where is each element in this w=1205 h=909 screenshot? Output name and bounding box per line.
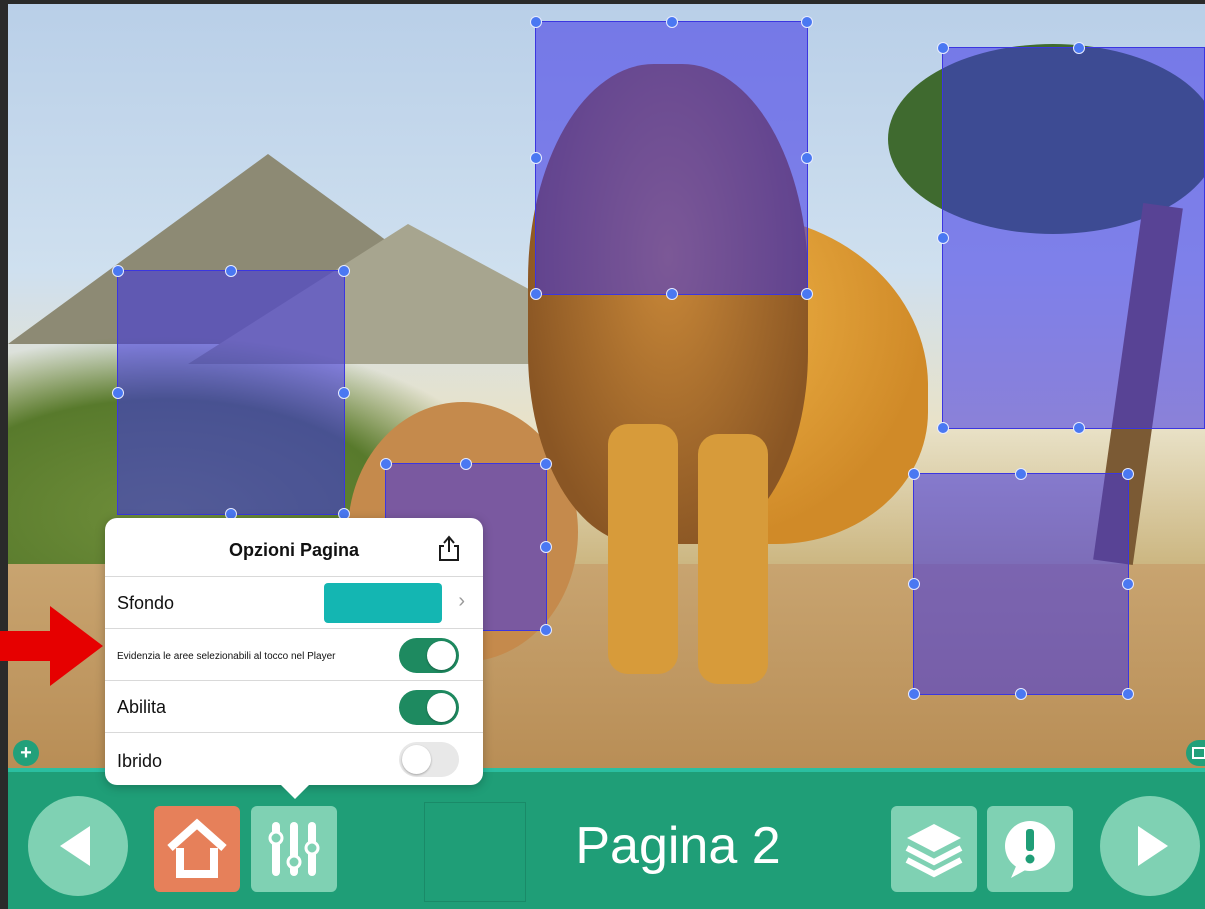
previous-page-button[interactable]	[28, 796, 128, 896]
hybrid-row: Ibrido	[105, 732, 483, 786]
resize-handle[interactable]	[1122, 468, 1134, 480]
resize-handle[interactable]	[338, 386, 350, 399]
gallery-icon[interactable]	[1186, 740, 1205, 766]
page-options-popover: Opzioni Pagina Sfondo › Evidenzia le are…	[105, 518, 483, 799]
next-page-button[interactable]	[1100, 796, 1200, 896]
arrow-right-icon	[1138, 826, 1168, 866]
background-color-swatch[interactable]	[324, 583, 442, 623]
sliders-icon	[268, 822, 320, 876]
highlight-areas-toggle[interactable]	[399, 638, 459, 673]
popover-title: Opzioni Pagina	[228, 540, 359, 560]
home-icon	[167, 818, 227, 878]
selection-area-lioness[interactable]	[112, 265, 350, 520]
alerts-button[interactable]	[987, 806, 1073, 892]
resize-handle[interactable]	[937, 232, 949, 244]
resize-handle[interactable]	[665, 16, 678, 28]
arrow-left-icon	[60, 826, 90, 866]
resize-handle[interactable]	[112, 386, 124, 399]
resize-handle[interactable]	[530, 16, 542, 28]
resize-handle[interactable]	[801, 16, 813, 28]
enable-toggle[interactable]	[399, 690, 459, 725]
resize-handle[interactable]	[540, 458, 552, 470]
resize-handle[interactable]	[937, 42, 949, 54]
layers-button[interactable]	[891, 806, 977, 892]
resize-handle[interactable]	[801, 288, 813, 300]
resize-handle[interactable]	[540, 541, 552, 553]
background-label: Sfondo	[117, 593, 175, 613]
resize-handle[interactable]	[1015, 688, 1027, 700]
selection-area-lion-head[interactable]	[530, 16, 813, 300]
resize-handle[interactable]	[665, 288, 678, 300]
layers-icon	[905, 824, 963, 878]
resize-handle[interactable]	[1072, 42, 1085, 54]
home-button[interactable]	[154, 806, 240, 892]
toggle-knob	[427, 693, 456, 722]
toggle-knob	[402, 745, 431, 774]
resize-handle[interactable]	[1122, 688, 1134, 700]
share-icon	[439, 535, 459, 561]
chevron-right-icon: ›	[458, 590, 465, 612]
lion-leg	[608, 424, 678, 674]
resize-handle[interactable]	[908, 468, 920, 480]
background-row[interactable]: Sfondo ›	[105, 576, 483, 629]
add-area-button[interactable]: +	[13, 740, 39, 766]
hybrid-label: Ibrido	[117, 751, 163, 771]
share-button[interactable]	[437, 534, 461, 562]
resize-handle[interactable]	[1015, 468, 1027, 480]
highlight-areas-label: Evidenzia le aree selezionabili al tocco…	[117, 651, 336, 662]
bottom-toolbar: Pagina 2	[8, 768, 1205, 909]
page-title: Pagina 2	[575, 817, 781, 875]
resize-handle[interactable]	[1122, 578, 1134, 590]
resize-handle[interactable]	[225, 265, 237, 277]
enable-label: Abilita	[117, 697, 167, 717]
highlight-areas-row: Evidenzia le aree selezionabili al tocco…	[105, 628, 483, 681]
resize-handle[interactable]	[1072, 422, 1085, 434]
page-options-button[interactable]	[251, 806, 337, 892]
hybrid-toggle[interactable]	[399, 742, 459, 777]
selection-area-tree[interactable]	[937, 42, 1205, 434]
resize-handle[interactable]	[380, 458, 392, 470]
resize-handle[interactable]	[112, 265, 124, 277]
resize-handle[interactable]	[801, 152, 813, 164]
annotation-arrow-icon	[0, 606, 103, 686]
resize-handle[interactable]	[530, 152, 542, 164]
resize-handle[interactable]	[937, 422, 949, 434]
resize-handle[interactable]	[338, 265, 350, 277]
lion-leg	[698, 434, 768, 684]
resize-handle[interactable]	[540, 624, 552, 636]
resize-handle[interactable]	[460, 458, 472, 470]
thumbnail-placeholder	[424, 802, 526, 902]
resize-handle[interactable]	[908, 688, 920, 700]
resize-handle[interactable]	[908, 578, 920, 590]
enable-row: Abilita	[105, 680, 483, 733]
resize-handle[interactable]	[530, 288, 542, 300]
toggle-knob	[427, 641, 456, 670]
exclamation-bubble-icon	[1005, 821, 1055, 878]
selection-area-cub-standing[interactable]	[908, 468, 1134, 700]
